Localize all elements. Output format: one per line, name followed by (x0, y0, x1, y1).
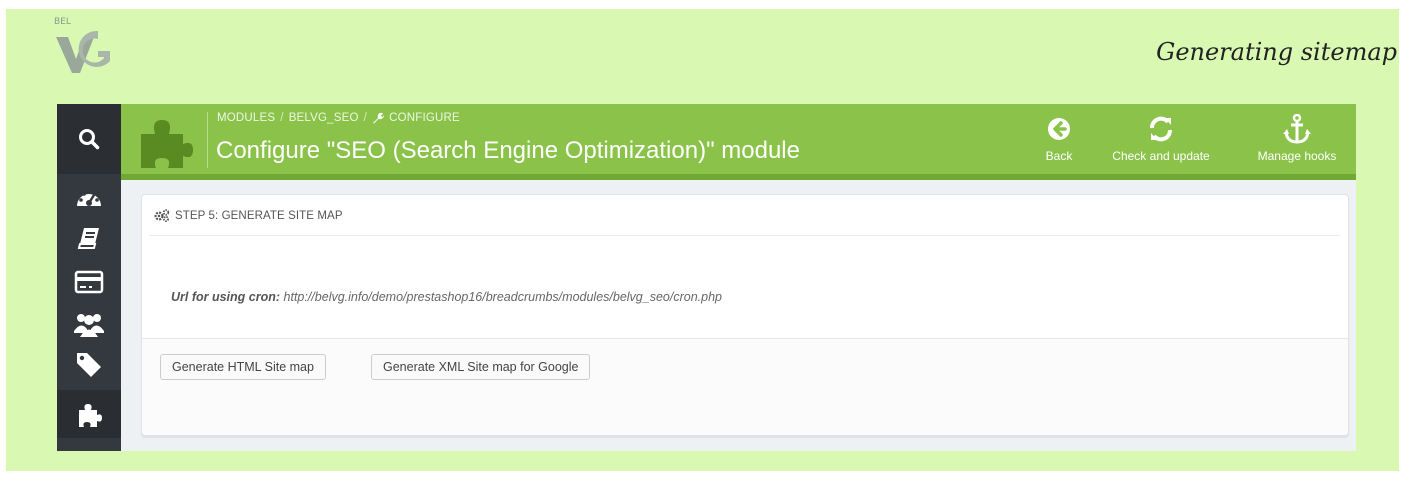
panel-heading-divider (150, 235, 1340, 236)
breadcrumb-separator: / (280, 112, 284, 124)
check-and-update-label: Check and update (1112, 149, 1210, 163)
logo-small-text: BEL (54, 17, 71, 27)
sidebar-item-customers[interactable] (57, 304, 121, 344)
customers-icon (74, 314, 104, 337)
manage-hooks-label: Manage hooks (1257, 149, 1337, 163)
admin-sidebar (57, 104, 121, 451)
check-and-update-button[interactable]: Check and update (1093, 114, 1229, 166)
panel-title: STEP 5: GENERATE SITE MAP (175, 209, 343, 222)
breadcrumb-separator: / (363, 112, 368, 124)
wrench-icon (373, 112, 385, 124)
price-tags-icon (77, 353, 101, 377)
credit-card-icon (74, 270, 104, 294)
puzzle-icon (79, 404, 102, 427)
back-button-label: Back (1045, 149, 1073, 163)
page-toolbar: MODULES / BELVG_SEO / CONFIGURE Configur… (121, 104, 1356, 180)
page-title: Configure "SEO (Search Engine Optimizati… (216, 137, 800, 164)
sidebar-item-modules[interactable] (57, 390, 121, 438)
panel-heading: STEP 5: GENERATE SITE MAP (154, 209, 343, 222)
back-button[interactable]: Back (1039, 114, 1079, 166)
catalog-book-icon (77, 228, 99, 249)
sidebar-search[interactable] (57, 104, 121, 174)
arrow-left-circle-icon (1048, 118, 1070, 140)
sidebar-item-orders[interactable] (57, 262, 121, 302)
breadcrumb: MODULES / BELVG_SEO / CONFIGURE (217, 112, 460, 124)
dashboard-icon (77, 190, 101, 206)
breadcrumb-modules[interactable]: MODULES (217, 112, 275, 124)
cogs-icon (154, 209, 170, 222)
generate-xml-sitemap-button[interactable]: Generate XML Site map for Google (371, 354, 591, 380)
sidebar-item-price-rules[interactable] (57, 344, 121, 384)
breadcrumb-belvg-seo[interactable]: BELVG_SEO (289, 112, 359, 124)
generate-html-sitemap-button[interactable]: Generate HTML Site map (160, 354, 326, 380)
page-heading: Generating sitemap (1156, 38, 1397, 66)
toolbar-separator (207, 112, 208, 168)
sidebar-item-dashboard[interactable] (57, 178, 121, 218)
belvg-logo: BEL (54, 17, 116, 85)
panel-footer: Generate HTML Site map Generate XML Site… (142, 338, 1348, 435)
search-icon (79, 129, 100, 150)
anchor-icon (1283, 114, 1311, 144)
cron-url: http://belvg.info/demo/prestashop16/brea… (283, 290, 722, 304)
refresh-icon (1150, 116, 1172, 142)
manage-hooks-button[interactable]: Manage hooks (1243, 114, 1351, 166)
sidebar-item-catalog[interactable] (57, 218, 121, 258)
cron-url-row: Url for using cron: http://belvg.info/de… (171, 290, 722, 304)
cron-label: Url for using cron: (171, 290, 281, 304)
sitemap-panel: STEP 5: GENERATE SITE MAP Url for using … (141, 194, 1349, 436)
module-puzzle-icon (141, 120, 193, 168)
breadcrumb-configure: CONFIGURE (389, 112, 460, 124)
